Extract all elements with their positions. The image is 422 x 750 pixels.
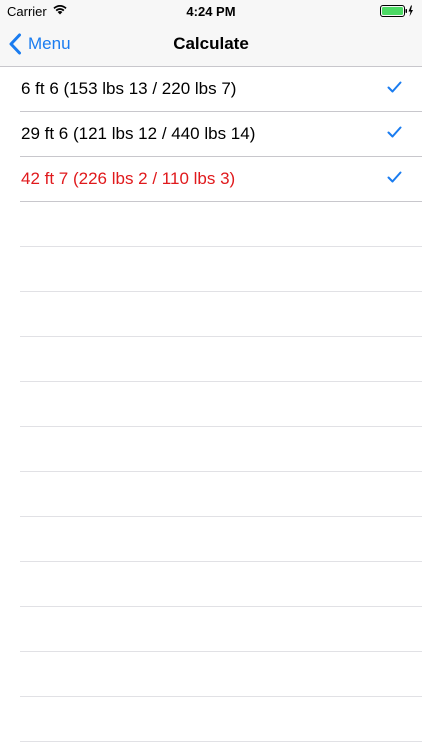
status-bar: Carrier 4:24 PM bbox=[0, 0, 422, 22]
result-list: 6 ft 6 (153 lbs 13 / 220 lbs 7) 29 ft 6 … bbox=[0, 67, 422, 742]
screen: Carrier 4:24 PM Calculate Menu 6 ft 6 (1… bbox=[0, 0, 422, 750]
empty-row bbox=[20, 607, 422, 652]
list-item[interactable]: 42 ft 7 (226 lbs 2 / 110 lbs 3) bbox=[20, 157, 422, 202]
back-button-label: Menu bbox=[28, 34, 71, 53]
empty-row bbox=[20, 562, 422, 607]
chevron-left-icon bbox=[9, 33, 21, 55]
list-item[interactable]: 29 ft 6 (121 lbs 12 / 440 lbs 14) bbox=[20, 112, 422, 157]
list-item-label: 6 ft 6 (153 lbs 13 / 220 lbs 7) bbox=[21, 79, 237, 98]
list-item[interactable]: 6 ft 6 (153 lbs 13 / 220 lbs 7) bbox=[20, 67, 422, 112]
empty-row bbox=[20, 292, 422, 337]
battery-charging-icon bbox=[380, 5, 413, 17]
empty-row bbox=[20, 472, 422, 517]
list-item-label: 29 ft 6 (121 lbs 12 / 440 lbs 14) bbox=[21, 124, 256, 143]
navigation-bar: Calculate Menu bbox=[0, 22, 422, 67]
checkmark-icon bbox=[387, 126, 402, 138]
empty-row bbox=[20, 697, 422, 742]
empty-row bbox=[20, 247, 422, 292]
checkmark-icon bbox=[387, 171, 402, 183]
empty-row bbox=[20, 382, 422, 427]
empty-row bbox=[20, 652, 422, 697]
empty-row bbox=[20, 202, 422, 247]
empty-row bbox=[20, 337, 422, 382]
empty-row bbox=[20, 427, 422, 472]
empty-row bbox=[20, 517, 422, 562]
checkmark-icon bbox=[387, 81, 402, 93]
list-item-label: 42 ft 7 (226 lbs 2 / 110 lbs 3) bbox=[21, 169, 236, 188]
status-time: 4:24 PM bbox=[186, 4, 236, 19]
back-button[interactable]: Menu bbox=[8, 22, 71, 66]
